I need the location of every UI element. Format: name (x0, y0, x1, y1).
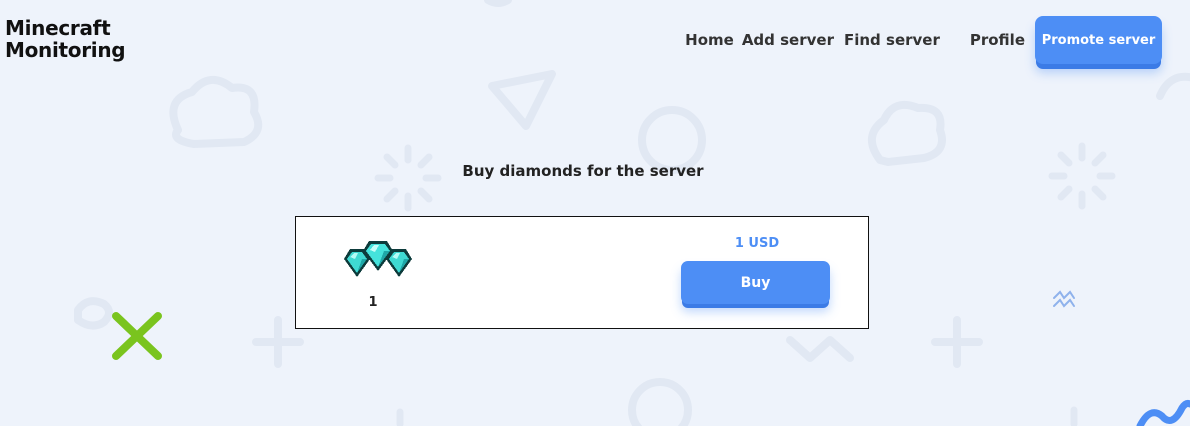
buy-button[interactable]: Buy (681, 261, 830, 304)
page-title: Buy diamonds for the server (462, 162, 704, 180)
nav-find-server[interactable]: Find server (844, 31, 940, 49)
diamond-quantity: 1 (368, 295, 378, 310)
logo-line-2: Monitoring (5, 38, 126, 62)
nav-profile[interactable]: Profile (970, 31, 1025, 49)
diamonds-icon (344, 241, 412, 277)
site-logo[interactable]: Minecraft Monitoring (5, 16, 126, 62)
product-card: 1 1 USD Buy (295, 216, 869, 329)
price-label: 1 USD (734, 236, 780, 251)
nav-home[interactable]: Home (685, 31, 734, 49)
promote-server-button[interactable]: Promote server (1035, 16, 1162, 64)
main-nav: Home Add server Find server Profile Prom… (685, 16, 1162, 64)
nav-add-server[interactable]: Add server (742, 31, 834, 49)
logo-line-1: Minecraft (5, 16, 111, 40)
